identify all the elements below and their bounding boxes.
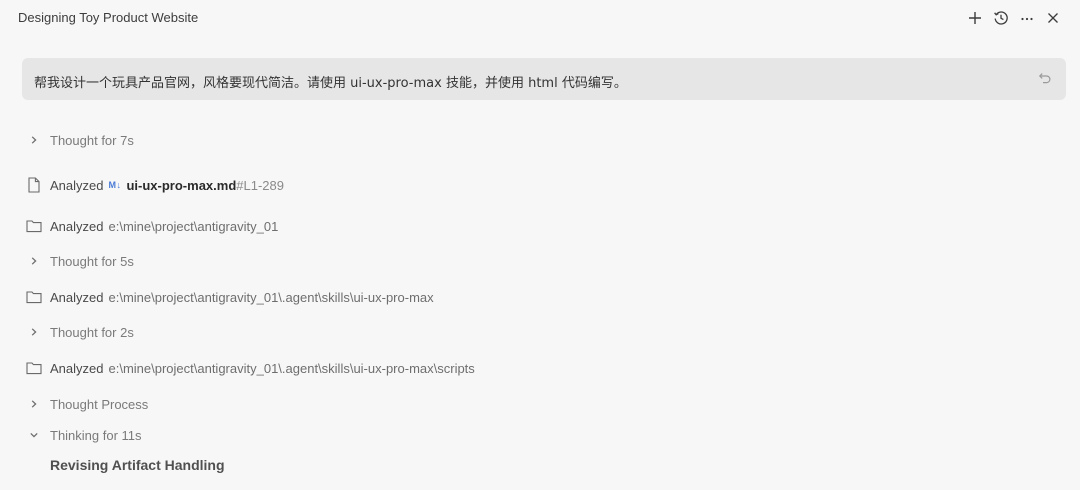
chevron-right-icon	[26, 396, 42, 412]
thinking-heading: Revising Artifact Handling	[50, 457, 225, 473]
more-button[interactable]	[1014, 6, 1040, 30]
conversation-title: Designing Toy Product Website	[18, 10, 199, 25]
file-link[interactable]: ui-ux-pro-max.md	[126, 178, 236, 193]
folder-icon	[26, 289, 42, 305]
analyzed-folder-step: Analyzed e:\mine\project\antigravity_01\…	[26, 357, 475, 379]
folder-icon	[26, 360, 42, 376]
thought-label: Thought for 2s	[50, 324, 134, 340]
undo-icon	[1038, 73, 1051, 84]
thought-toggle[interactable]: Thought for 2s	[26, 321, 134, 343]
analyzed-folder-step: Analyzed e:\mine\project\antigravity_01\…	[26, 286, 434, 308]
revert-button[interactable]	[1034, 68, 1056, 88]
chevron-down-icon	[26, 427, 42, 443]
step-verb: Analyzed	[50, 360, 104, 376]
markdown-icon: M↓	[108, 180, 122, 190]
more-icon	[1021, 17, 1033, 21]
folder-path[interactable]: e:\mine\project\antigravity_01	[108, 219, 278, 234]
history-icon	[994, 11, 1008, 25]
new-chat-button[interactable]	[962, 6, 988, 30]
chevron-right-icon	[26, 324, 42, 340]
analyzed-folder-step: Analyzed e:\mine\project\antigravity_01	[26, 215, 278, 237]
close-icon	[1048, 13, 1058, 23]
file-icon	[26, 177, 42, 193]
user-prompt-text: 帮我设计一个玩具产品官网，风格要现代简洁。请使用 ui-ux-pro-max 技…	[34, 76, 627, 91]
agent-panel: Designing Toy Product Website 帮我设计一个玩具产品…	[0, 0, 1080, 490]
thinking-toggle[interactable]: Thinking for 11s	[26, 424, 142, 446]
user-prompt-bubble[interactable]: 帮我设计一个玩具产品官网，风格要现代简洁。请使用 ui-ux-pro-max 技…	[22, 58, 1066, 100]
thought-toggle[interactable]: Thought for 5s	[26, 250, 134, 272]
thought-label: Thought for 7s	[50, 132, 134, 148]
analyzed-file-step: Analyzed M↓ ui-ux-pro-max.md #L1-289	[26, 174, 284, 196]
thought-toggle[interactable]: Thought Process	[26, 393, 148, 415]
folder-icon	[26, 218, 42, 234]
history-button[interactable]	[988, 6, 1014, 30]
panel-header: Designing Toy Product Website	[0, 0, 1080, 38]
folder-path[interactable]: e:\mine\project\antigravity_01\.agent\sk…	[108, 290, 433, 305]
step-verb: Analyzed	[50, 289, 104, 305]
folder-path[interactable]: e:\mine\project\antigravity_01\.agent\sk…	[108, 361, 474, 376]
thinking-label: Thinking for 11s	[50, 427, 142, 443]
header-actions	[962, 6, 1066, 30]
thought-label: Thought for 5s	[50, 253, 134, 269]
thought-toggle[interactable]: Thought for 7s	[26, 129, 134, 151]
close-button[interactable]	[1040, 6, 1066, 30]
step-verb: Analyzed	[50, 218, 104, 234]
chevron-right-icon	[26, 253, 42, 269]
chevron-right-icon	[26, 132, 42, 148]
plus-icon	[969, 12, 981, 24]
step-verb: Analyzed	[50, 177, 104, 193]
thought-label: Thought Process	[50, 396, 149, 412]
line-range[interactable]: #L1-289	[236, 178, 284, 193]
